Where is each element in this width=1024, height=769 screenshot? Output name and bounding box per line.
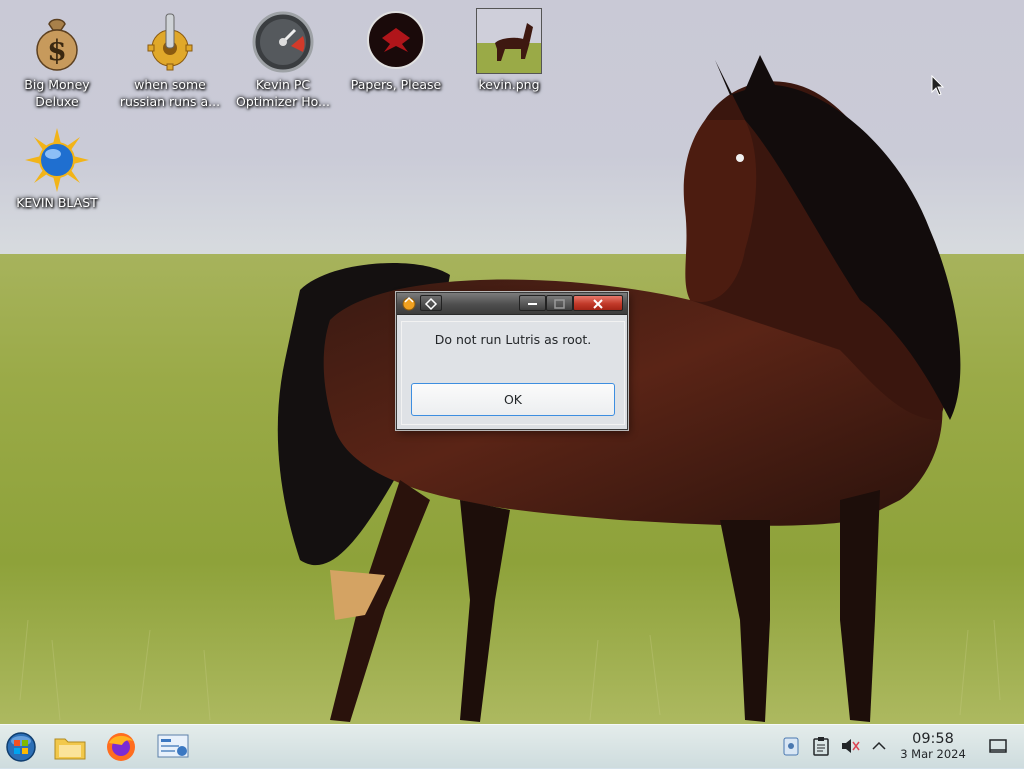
close-icon[interactable] (573, 295, 623, 311)
icon-label-line-1: when some (134, 77, 206, 92)
clock-date[interactable]: 3 Mar 2024 (893, 747, 973, 761)
icon-label-line-2: Deluxe (35, 94, 79, 109)
speedometer-icon (252, 11, 314, 73)
app-icon[interactable] (401, 295, 417, 311)
desktop-icon-when-some-russian-runs[interactable]: when some russian runs a... (115, 10, 225, 110)
ok-button[interactable]: OK (411, 383, 615, 416)
desktop-icon-kevin-pc-optimizer[interactable]: Kevin PC Optimizer Ho... (228, 10, 338, 110)
desktop-icon-kevin-png[interactable]: kevin.png (454, 8, 564, 93)
desktop-icon-papers-please[interactable]: Papers, Please (341, 10, 451, 93)
clock-time[interactable]: 09:58 (897, 731, 969, 747)
icon-label-line-2: russian runs a... (119, 94, 221, 109)
icon-label: Papers, Please (350, 77, 442, 92)
sun-globe-icon (25, 128, 89, 192)
papers-please-emblem-icon (367, 11, 425, 69)
icon-label-line-2: Optimizer Ho... (236, 94, 330, 109)
mouse-pointer-icon (931, 75, 945, 96)
start-menu-orb-icon[interactable] (4, 731, 38, 763)
show-desktop-icon[interactable] (988, 735, 1008, 757)
money-bag-icon: $ (36, 18, 78, 71)
icon-label: kevin.png (478, 77, 540, 92)
icon-label: KEVIN BLAST (16, 195, 98, 210)
notifications-icon[interactable] (781, 735, 801, 757)
dialog-body: Do not run Lutris as root. OK (401, 321, 625, 425)
dialog-titlebar[interactable] (397, 293, 627, 315)
desktop-icon-kevin-blast[interactable]: KEVIN BLAST (2, 128, 112, 211)
svg-text:$: $ (47, 34, 66, 67)
file-manager-icon[interactable] (53, 731, 87, 763)
lutris-warning-dialog: Do not run Lutris as root. OK (396, 292, 628, 430)
pin-icon[interactable] (420, 295, 442, 311)
system-settings-icon[interactable] (156, 731, 190, 763)
volume-muted-icon[interactable] (840, 735, 860, 757)
minimize-icon[interactable] (519, 295, 546, 311)
desktop-icon-big-money-deluxe[interactable]: $ Big Money Deluxe (2, 10, 112, 110)
dialog-message: Do not run Lutris as root. (434, 332, 592, 347)
icon-label-line-1: Kevin PC (255, 77, 311, 92)
taskbar (0, 724, 1024, 769)
tray-expand-chevron-icon[interactable] (869, 735, 889, 757)
clipboard-icon[interactable] (811, 735, 831, 757)
firefox-icon[interactable] (104, 731, 138, 763)
icon-label-line-1: Big Money (24, 77, 90, 92)
horse-image-thumbnail (476, 8, 542, 74)
gear-lever-icon (147, 13, 193, 71)
maximize-icon[interactable] (546, 295, 573, 311)
